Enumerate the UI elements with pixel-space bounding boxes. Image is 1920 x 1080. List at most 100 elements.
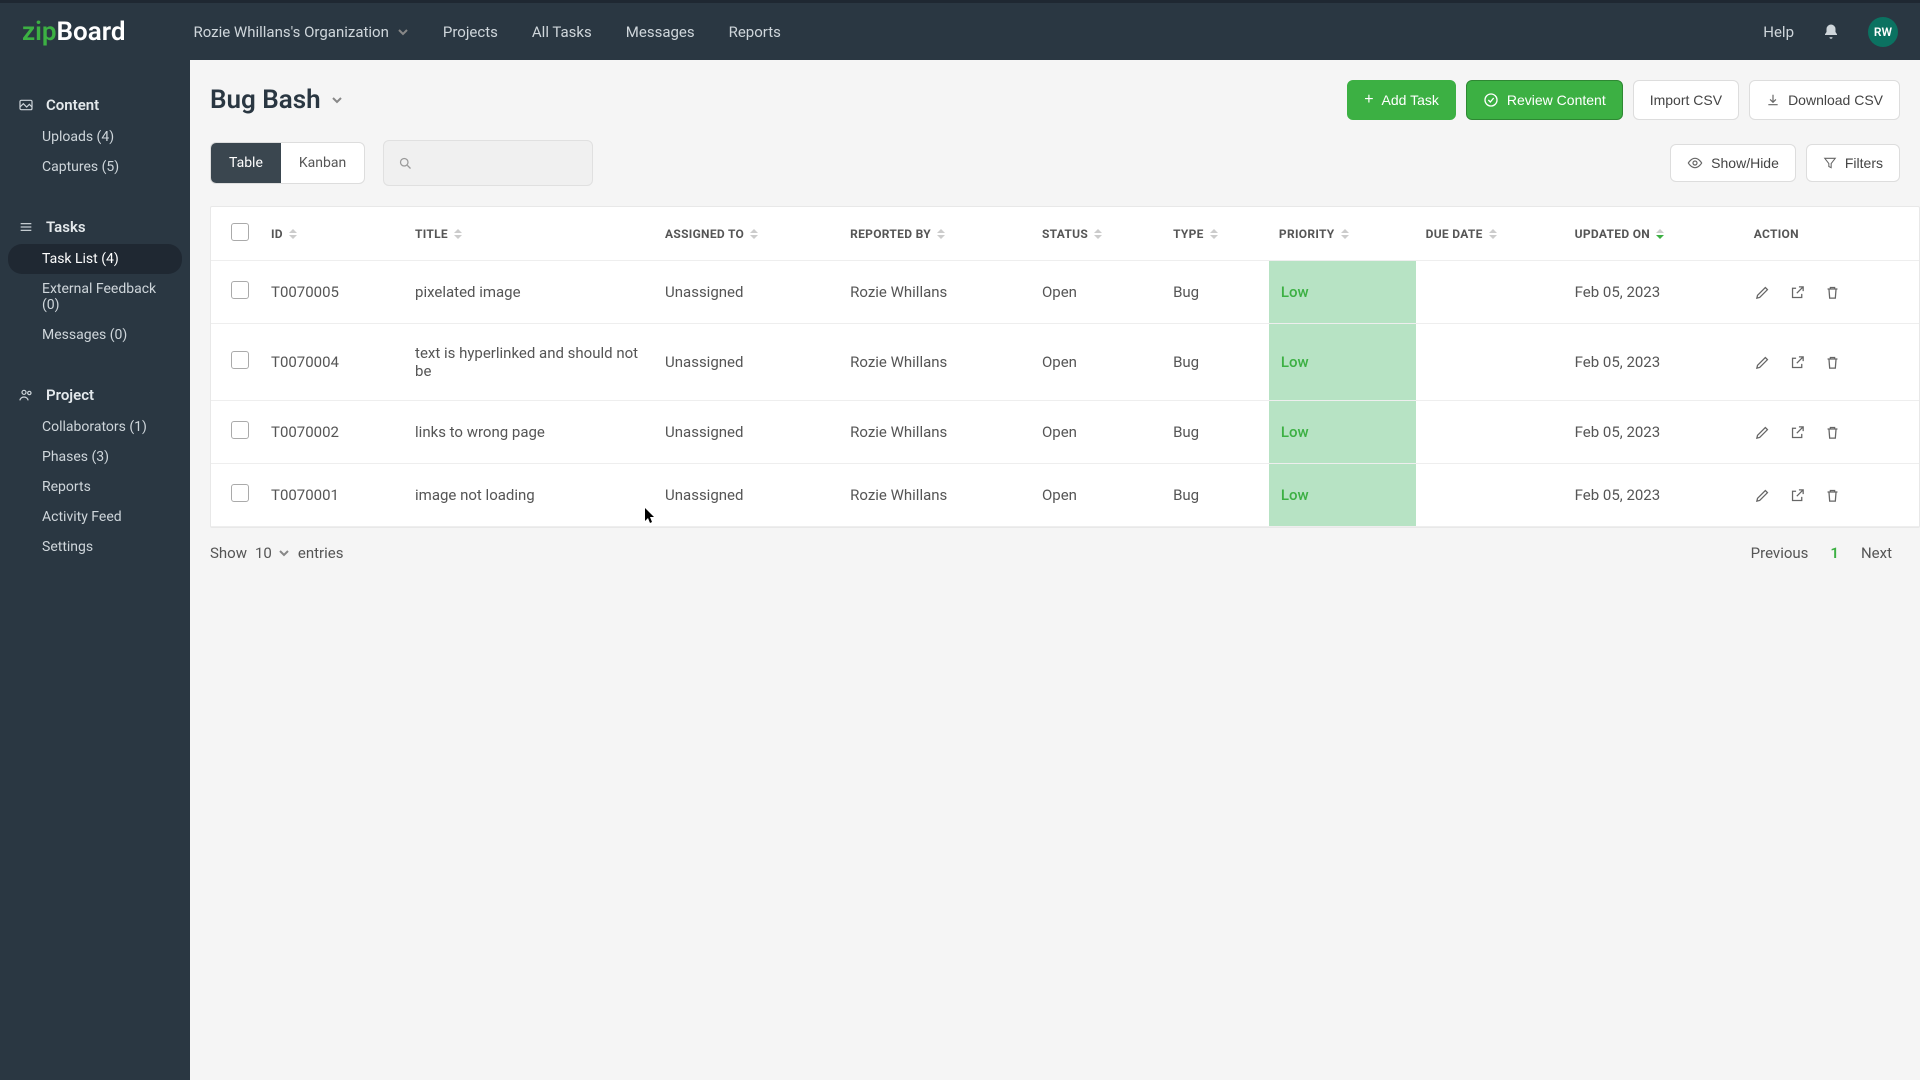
cell-type: Bug xyxy=(1163,324,1269,401)
add-task-button[interactable]: +Add Task xyxy=(1347,80,1456,120)
edit-icon[interactable] xyxy=(1754,487,1771,504)
page-1[interactable]: 1 xyxy=(1830,544,1839,562)
trash-icon[interactable] xyxy=(1824,487,1841,504)
table-row[interactable]: T0070002links to wrong pageUnassignedRoz… xyxy=(211,401,1919,464)
nav-projects[interactable]: Projects xyxy=(443,23,498,41)
col-updated[interactable]: UPDATED ON xyxy=(1565,207,1744,261)
row-checkbox[interactable] xyxy=(231,351,249,369)
col-assigned[interactable]: ASSIGNED TO xyxy=(655,207,840,261)
col-priority[interactable]: PRIORITY xyxy=(1269,207,1416,261)
edit-icon[interactable] xyxy=(1754,284,1771,301)
review-content-button[interactable]: Review Content xyxy=(1466,80,1623,120)
next-button[interactable]: Next xyxy=(1861,544,1892,562)
table-row[interactable]: T0070001image not loadingUnassignedRozie… xyxy=(211,464,1919,527)
filters-button[interactable]: Filters xyxy=(1806,144,1900,182)
sidebar-item-reports[interactable]: Reports xyxy=(0,472,190,502)
plus-icon: + xyxy=(1364,91,1373,109)
eye-icon xyxy=(1687,155,1703,171)
col-reported[interactable]: REPORTED BY xyxy=(840,207,1032,261)
cursor-icon xyxy=(645,508,657,524)
open-icon[interactable] xyxy=(1789,354,1806,371)
list-icon xyxy=(18,219,34,235)
help-link[interactable]: Help xyxy=(1763,23,1794,41)
sidebar-item-messages[interactable]: Messages (0) xyxy=(0,320,190,350)
row-checkbox[interactable] xyxy=(231,281,249,299)
cell-actions xyxy=(1744,324,1919,401)
open-icon[interactable] xyxy=(1789,487,1806,504)
nav-messages[interactable]: Messages xyxy=(626,23,695,41)
show-hide-button[interactable]: Show/Hide xyxy=(1670,144,1796,182)
user-avatar[interactable]: RW xyxy=(1868,17,1898,47)
trash-icon[interactable] xyxy=(1824,284,1841,301)
trash-icon[interactable] xyxy=(1824,354,1841,371)
cell-due xyxy=(1416,401,1565,464)
search-input[interactable] xyxy=(383,140,593,186)
open-icon[interactable] xyxy=(1789,424,1806,441)
page-size-select[interactable]: 10 xyxy=(255,544,290,562)
entries-label: entries xyxy=(298,544,344,562)
cell-assigned: Unassigned xyxy=(655,324,840,401)
nav-all-tasks[interactable]: All Tasks xyxy=(532,23,592,41)
sidebar-item-collaborators[interactable]: Collaborators (1) xyxy=(0,412,190,442)
sidebar-item-external-feedback[interactable]: External Feedback (0) xyxy=(0,274,190,320)
sidebar-item-phases[interactable]: Phases (3) xyxy=(0,442,190,472)
pager-controls: Previous 1 Next xyxy=(1751,544,1892,562)
sidebar-item-task-list[interactable]: Task List (4) xyxy=(8,244,182,274)
cell-due xyxy=(1416,261,1565,324)
edit-icon[interactable] xyxy=(1754,424,1771,441)
sidebar-item-activity-feed[interactable]: Activity Feed xyxy=(0,502,190,532)
sidebar-heading-content[interactable]: Content xyxy=(0,88,190,122)
row-checkbox[interactable] xyxy=(231,421,249,439)
open-icon[interactable] xyxy=(1789,284,1806,301)
col-title[interactable]: TITLE xyxy=(405,207,655,261)
cell-priority: Low xyxy=(1269,464,1416,527)
logo[interactable]: zipBoard xyxy=(22,17,125,47)
sidebar-group-project: Project Collaborators (1) Phases (3) Rep… xyxy=(0,378,190,562)
col-due[interactable]: DUE DATE xyxy=(1416,207,1565,261)
view-tab-table[interactable]: Table xyxy=(211,143,281,183)
cell-updated: Feb 05, 2023 xyxy=(1565,324,1744,401)
download-csv-button[interactable]: Download CSV xyxy=(1749,80,1900,120)
sidebar-heading-project[interactable]: Project xyxy=(0,378,190,412)
col-action: ACTION xyxy=(1744,207,1919,261)
cell-type: Bug xyxy=(1163,401,1269,464)
cell-updated: Feb 05, 2023 xyxy=(1565,261,1744,324)
view-tabs: Table Kanban xyxy=(210,142,365,184)
sidebar-heading-tasks[interactable]: Tasks xyxy=(0,210,190,244)
sidebar-item-captures[interactable]: Captures (5) xyxy=(0,152,190,182)
task-table: ID TITLE ASSIGNED TO REPORTED BY STATUS … xyxy=(210,206,1920,528)
cell-type: Bug xyxy=(1163,464,1269,527)
col-id[interactable]: ID xyxy=(261,207,405,261)
project-title-dropdown[interactable]: Bug Bash xyxy=(210,85,343,115)
cell-reported: Rozie Whillans xyxy=(840,401,1032,464)
sidebar-item-uploads[interactable]: Uploads (4) xyxy=(0,122,190,152)
chevron-down-icon xyxy=(331,94,343,106)
table-row[interactable]: T0070004text is hyperlinked and should n… xyxy=(211,324,1919,401)
filter-icon xyxy=(1823,156,1837,170)
logo-board: Board xyxy=(57,17,126,47)
prev-button[interactable]: Previous xyxy=(1751,544,1809,562)
row-checkbox[interactable] xyxy=(231,484,249,502)
view-tab-kanban[interactable]: Kanban xyxy=(281,143,364,183)
cell-updated: Feb 05, 2023 xyxy=(1565,464,1744,527)
trash-icon[interactable] xyxy=(1824,424,1841,441)
col-type[interactable]: TYPE xyxy=(1163,207,1269,261)
page-header: Bug Bash +Add Task Review Content Import… xyxy=(210,80,1920,120)
cell-assigned: Unassigned xyxy=(655,464,840,527)
col-status[interactable]: STATUS xyxy=(1032,207,1163,261)
topbar: zipBoard Rozie Whillans's Organization P… xyxy=(0,0,1920,60)
nav-reports[interactable]: Reports xyxy=(729,23,781,41)
org-dropdown[interactable]: Rozie Whillans's Organization xyxy=(193,23,408,41)
cell-assigned: Unassigned xyxy=(655,261,840,324)
cell-id: T0070005 xyxy=(261,261,405,324)
table-row[interactable]: T0070005pixelated imageUnassignedRozie W… xyxy=(211,261,1919,324)
edit-icon[interactable] xyxy=(1754,354,1771,371)
sidebar: Content Uploads (4) Captures (5) Tasks T… xyxy=(0,60,190,1080)
cell-type: Bug xyxy=(1163,261,1269,324)
sidebar-item-settings[interactable]: Settings xyxy=(0,532,190,562)
bell-icon[interactable] xyxy=(1822,23,1840,41)
import-csv-button[interactable]: Import CSV xyxy=(1633,80,1739,120)
select-all-checkbox[interactable] xyxy=(231,223,249,241)
users-icon xyxy=(18,387,34,403)
cell-status: Open xyxy=(1032,401,1163,464)
